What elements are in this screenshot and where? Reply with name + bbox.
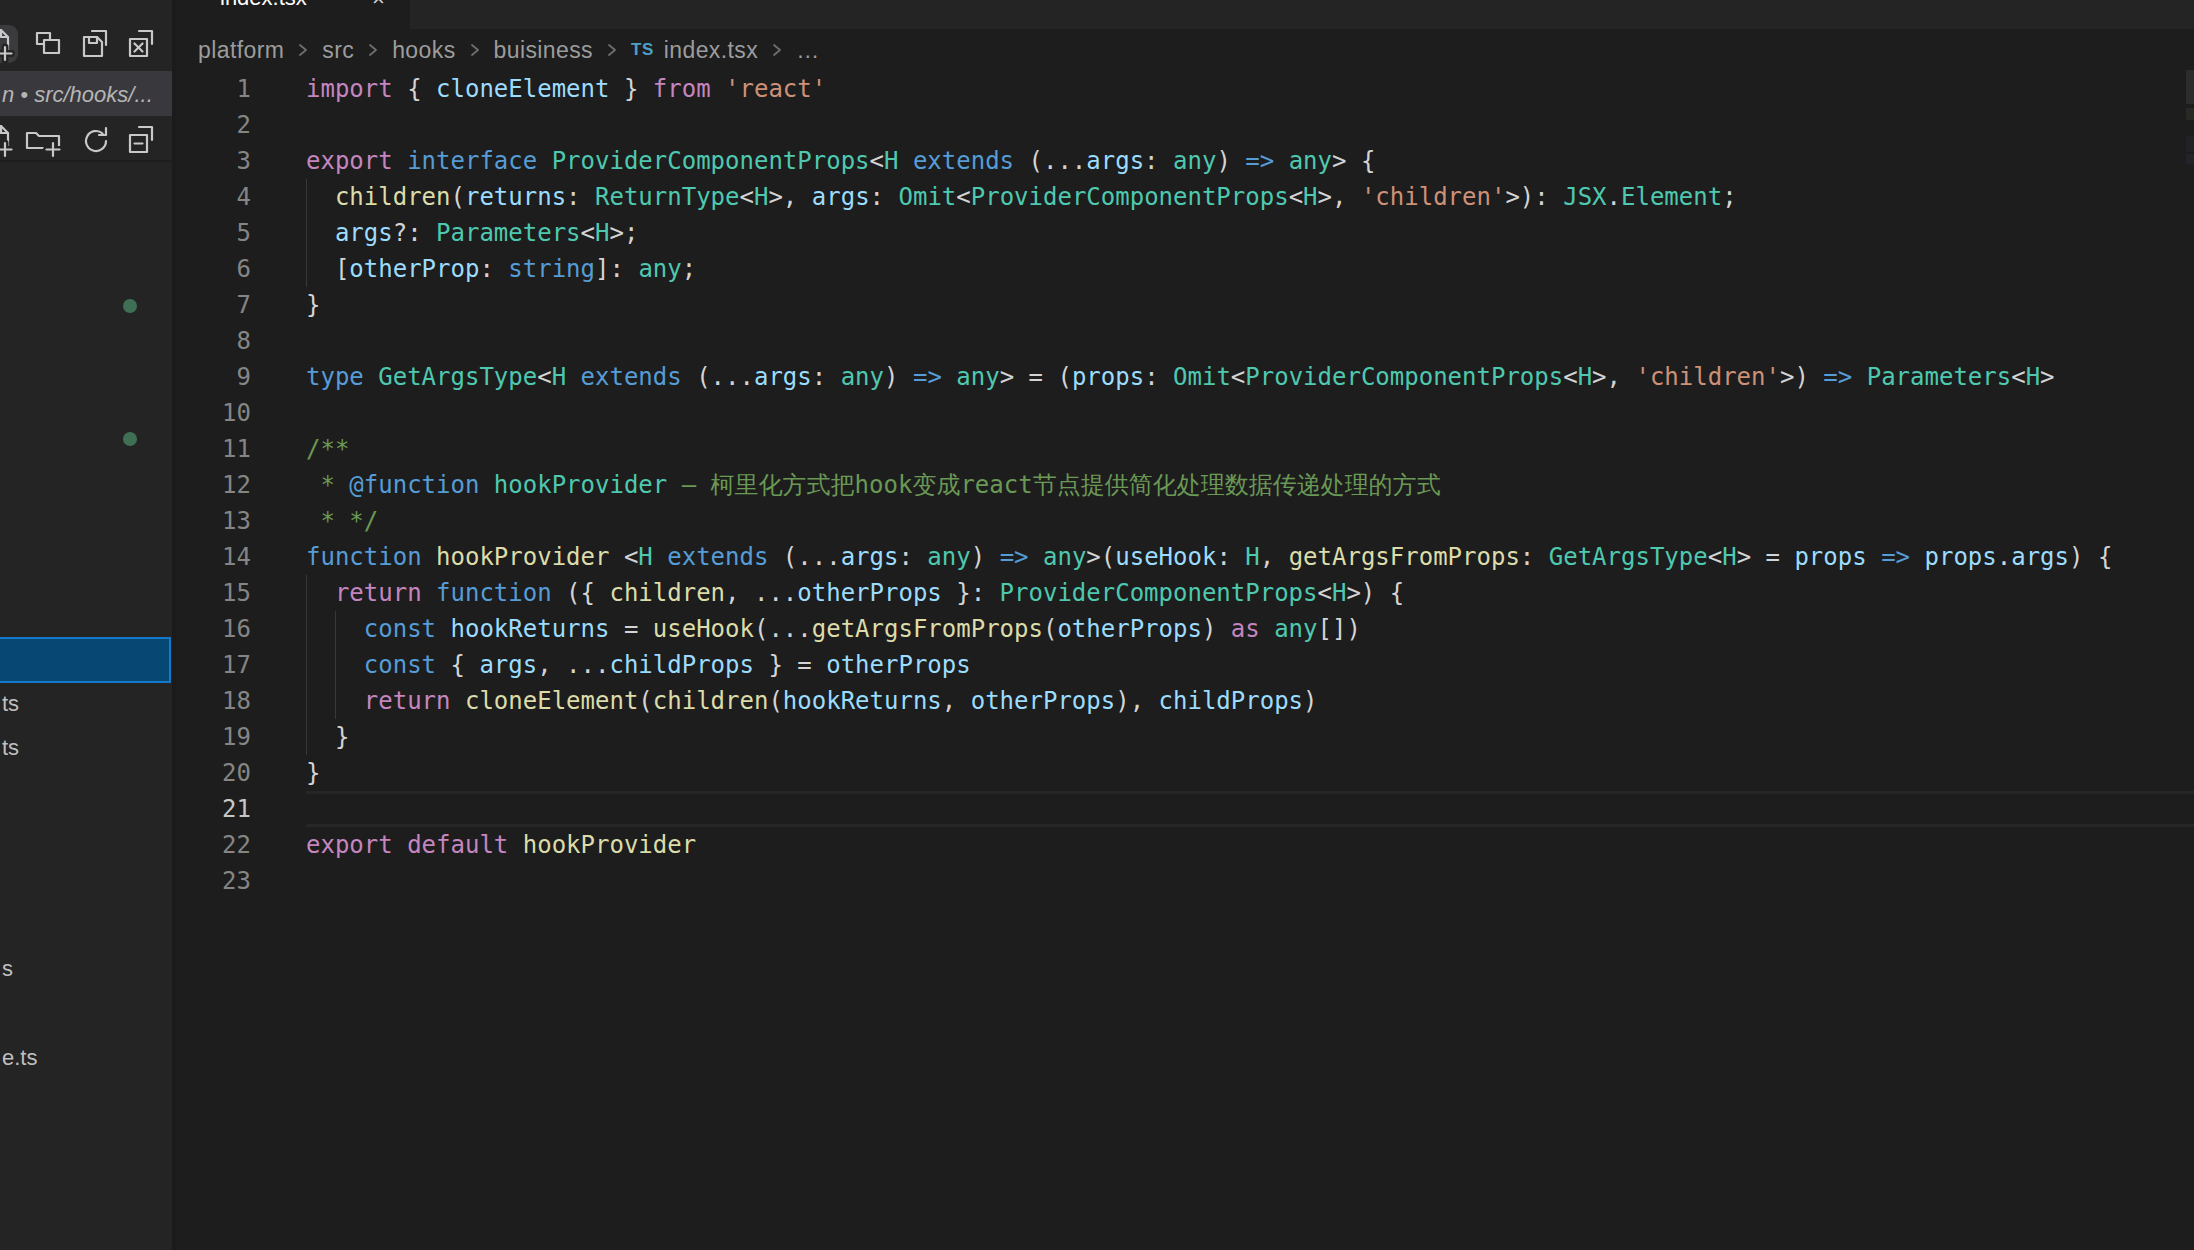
minimap-mark	[2186, 70, 2194, 104]
line-number: 13	[176, 503, 251, 539]
line-number: 10	[176, 395, 251, 431]
line-number: 18	[176, 683, 251, 719]
breadcrumb: platform src hooks buisiness TS index.tsx …	[198, 29, 2098, 71]
new-folder-icon[interactable]	[24, 121, 56, 159]
line-number: 23	[176, 863, 251, 899]
code-line: /**	[306, 431, 2112, 467]
tree-item[interactable]: ts	[2, 735, 19, 761]
code-line	[306, 863, 2112, 899]
line-number-gutter: 1234567891011121314151617181920212223	[176, 71, 251, 899]
code-line: [otherProp: string]: any;	[306, 251, 2112, 287]
code-line: * */	[306, 503, 2112, 539]
line-number: 7	[176, 287, 251, 323]
line-number: 22	[176, 827, 251, 863]
breadcrumb-item[interactable]: src	[322, 37, 354, 64]
code-line: export default hookProvider	[306, 827, 2112, 863]
new-file-icon[interactable]	[0, 25, 17, 63]
file-tree: ts ts s e.ts	[0, 162, 172, 1250]
code-line: }	[306, 287, 2112, 323]
line-number: 17	[176, 647, 251, 683]
explorer-toolbar	[0, 118, 172, 160]
code-line: }	[306, 719, 2112, 755]
line-number: 6	[176, 251, 251, 287]
chevron-right-icon	[771, 41, 783, 59]
code-line: export interface ProviderComponentProps<…	[306, 143, 2112, 179]
tree-item[interactable]: e.ts	[2, 1045, 37, 1071]
code-line	[306, 323, 2112, 359]
line-number: 2	[176, 107, 251, 143]
open-editor-entry-label: n • src/hooks/...	[2, 82, 153, 108]
line-number: 8	[176, 323, 251, 359]
code-line: const hookReturns = useHook(...getArgsFr…	[306, 611, 2112, 647]
line-number: 19	[176, 719, 251, 755]
code-line: return function ({ children, ...otherPro…	[306, 575, 2112, 611]
ts-file-icon: TS	[631, 40, 654, 60]
chevron-right-icon	[297, 41, 309, 59]
tree-selected-row[interactable]	[0, 637, 171, 683]
breadcrumb-item[interactable]: hooks	[392, 37, 455, 64]
code-line	[306, 791, 2112, 827]
minimap-mark	[2186, 136, 2194, 152]
line-number: 15	[176, 575, 251, 611]
breadcrumb-item[interactable]: platform	[198, 37, 284, 64]
code-line: return cloneElement(children(hookReturns…	[306, 683, 2112, 719]
breadcrumb-item[interactable]: buisiness	[494, 37, 594, 64]
line-number: 14	[176, 539, 251, 575]
refresh-icon[interactable]	[80, 121, 112, 159]
code-line: children(returns: ReturnType<H>, args: O…	[306, 179, 2112, 215]
tab-label: index.tsx	[220, 0, 307, 11]
tab-bar: index.tsx ×	[176, 0, 2194, 29]
open-editors-toolbar	[0, 0, 172, 70]
open-editor-entry[interactable]: n • src/hooks/...	[0, 71, 172, 116]
editor-layout-icon[interactable]	[33, 25, 65, 63]
line-number: 21	[176, 791, 251, 827]
code-line: * @function hookProvider — 柯里化方式把hook变成r…	[306, 467, 2112, 503]
tree-item[interactable]: ts	[2, 691, 19, 717]
line-number: 16	[176, 611, 251, 647]
code-area[interactable]: import { cloneElement } from 'react' expo…	[306, 71, 2112, 899]
git-modified-dot	[123, 299, 137, 313]
git-modified-dot	[123, 432, 137, 446]
breadcrumb-item-file[interactable]: index.tsx	[664, 37, 758, 64]
new-file-icon[interactable]	[0, 121, 17, 159]
tree-item[interactable]: s	[2, 956, 13, 982]
save-all-icon[interactable]	[80, 25, 112, 63]
line-number: 11	[176, 431, 251, 467]
tab-index-tsx[interactable]: index.tsx ×	[176, 0, 410, 29]
line-number: 20	[176, 755, 251, 791]
line-number: 3	[176, 143, 251, 179]
line-number: 12	[176, 467, 251, 503]
code-line	[306, 107, 2112, 143]
chevron-right-icon	[367, 41, 379, 59]
code-line: function hookProvider <H extends (...arg…	[306, 539, 2112, 575]
code-line: }	[306, 755, 2112, 791]
line-number: 9	[176, 359, 251, 395]
minimap-mark	[2186, 108, 2194, 120]
minimap-mark	[2186, 154, 2194, 164]
code-line	[306, 395, 2112, 431]
code-line: args?: Parameters<H>;	[306, 215, 2112, 251]
line-number: 5	[176, 215, 251, 251]
code-line: const { args, ...childProps } = otherPro…	[306, 647, 2112, 683]
tab-close-icon[interactable]: ×	[372, 0, 385, 12]
breadcrumb-overflow[interactable]: …	[796, 37, 819, 64]
code-line: import { cloneElement } from 'react'	[306, 71, 2112, 107]
line-number: 1	[176, 71, 251, 107]
collapse-all-icon[interactable]	[126, 121, 158, 159]
line-number: 4	[176, 179, 251, 215]
code-line: type GetArgsType<H extends (...args: any…	[306, 359, 2112, 395]
chevron-right-icon	[606, 41, 618, 59]
close-all-icon[interactable]	[126, 25, 158, 63]
chevron-right-icon	[469, 41, 481, 59]
